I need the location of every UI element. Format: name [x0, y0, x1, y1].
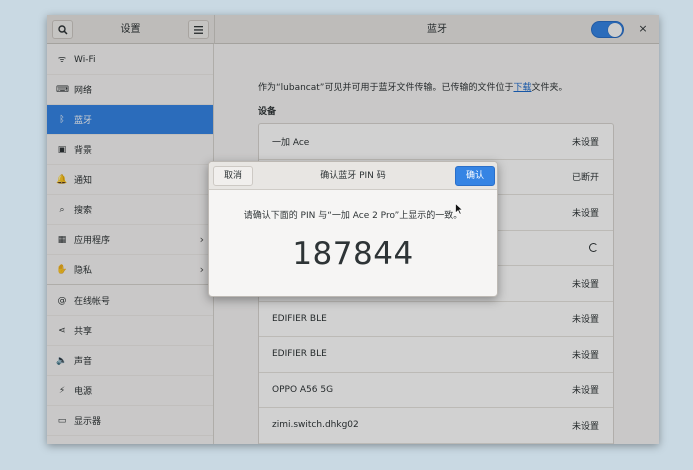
dialog-message: 请确认下面的 PIN 与“一加 Ace 2 Pro”上显示的一致。 [243, 211, 463, 221]
pin-confirm-dialog: 确认蓝牙 PIN 码 取消 确认 请确认下面的 PIN 与“一加 Ace 2 P… [208, 161, 498, 297]
mouse-cursor-icon [455, 203, 463, 215]
pin-code: 187844 [292, 236, 414, 272]
confirm-button[interactable]: 确认 [455, 166, 495, 186]
cancel-button[interactable]: 取消 [213, 166, 253, 186]
dialog-header: 确认蓝牙 PIN 码 取消 确认 [209, 162, 497, 190]
